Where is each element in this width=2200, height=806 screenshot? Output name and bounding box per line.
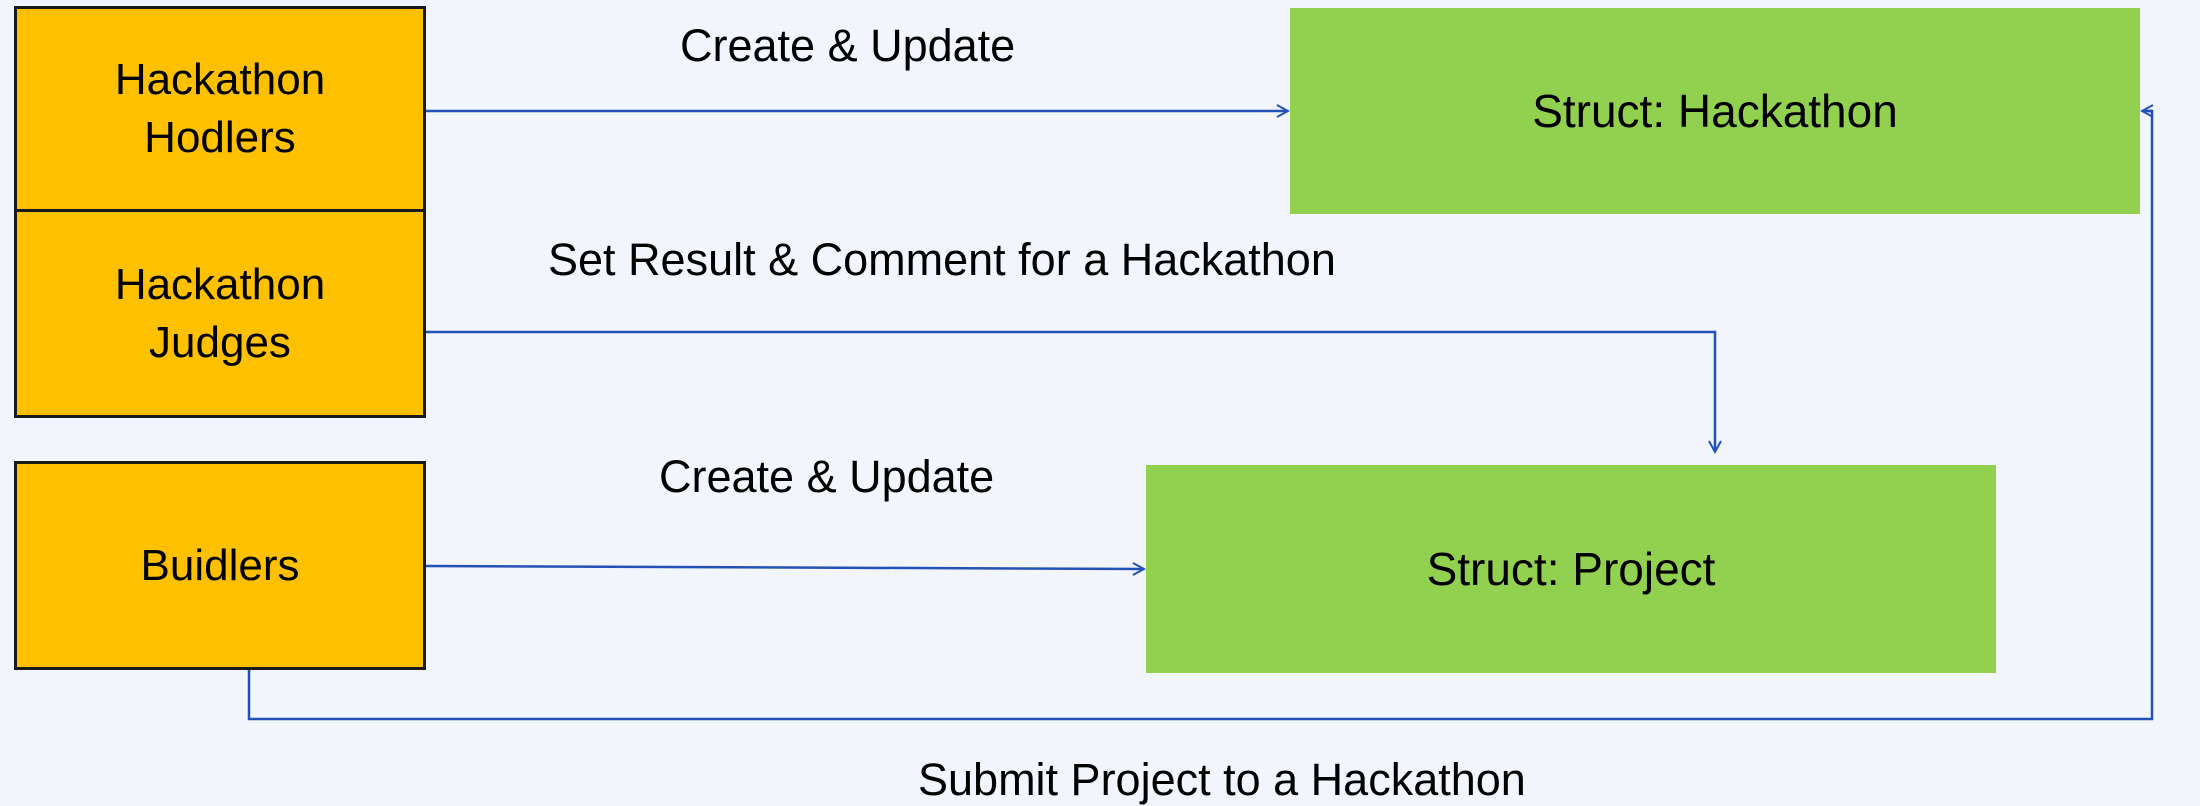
edge-label-holders-create-update: Create & Update xyxy=(680,20,1016,71)
edge-label-submit-project: Submit Project to a Hackathon xyxy=(918,754,1526,805)
actor-hackathon-judges-label: Hackathon Judges xyxy=(114,259,326,367)
actor-hackathon-judges: Hackathon Judges xyxy=(14,209,426,418)
actor-hackathon-hodlers-label: Hackathon Hodlers xyxy=(114,55,326,162)
actor-buidlers: Buidlers xyxy=(14,461,426,670)
struct-hackathon-box: Struct: Hackathon xyxy=(1290,8,2140,214)
diagram-canvas: Hackathon Hodlers Hackathon Judges Buidl… xyxy=(0,0,2200,806)
struct-project-label: Struct: Project xyxy=(1426,543,1716,595)
arrow-builders-to-project xyxy=(425,566,1144,569)
edge-label-builders-create-update: Create & Update xyxy=(659,451,995,502)
struct-hackathon-label: Struct: Hackathon xyxy=(1532,85,1898,137)
actor-buidlers-label: Buidlers xyxy=(140,540,300,590)
struct-project-box: Struct: Project xyxy=(1146,465,1996,673)
arrow-judges-to-project xyxy=(426,330,1715,452)
actor-hackathon-hodlers: Hackathon Hodlers xyxy=(14,6,426,212)
edge-label-judges-set-result: Set Result & Comment for a Hackathon xyxy=(548,234,1336,285)
